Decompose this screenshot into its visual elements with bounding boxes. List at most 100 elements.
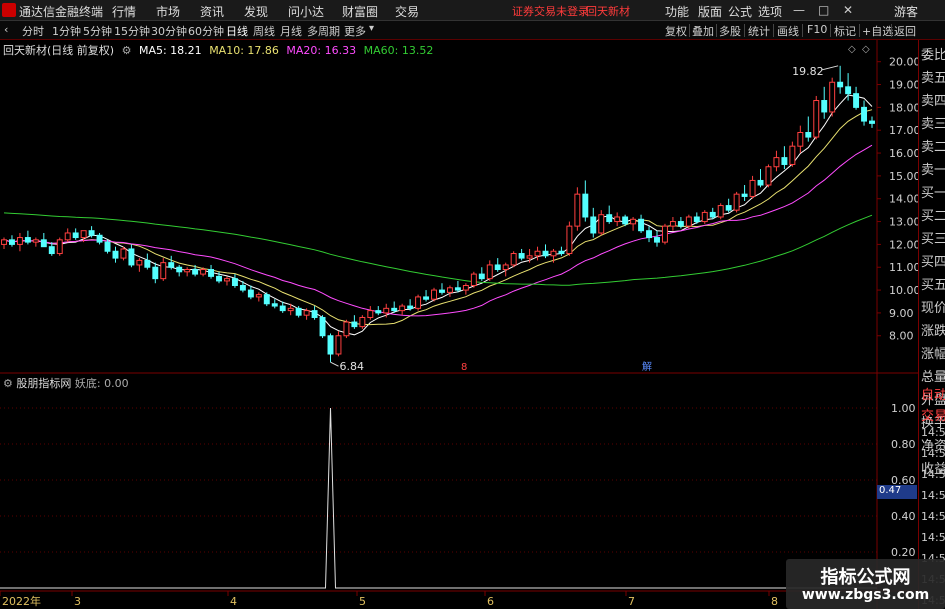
tool-draw[interactable]: 画线 bbox=[777, 23, 799, 39]
candle-body bbox=[279, 305, 286, 312]
candle-body bbox=[542, 250, 549, 257]
menu-function[interactable]: 功能 bbox=[665, 3, 689, 20]
chevron-down-icon[interactable]: ▾ bbox=[369, 23, 374, 34]
candle-body bbox=[56, 239, 63, 255]
tool-add-favorite[interactable]: +自选 bbox=[862, 23, 893, 39]
quote-label: 买二 bbox=[921, 209, 945, 224]
tool-back[interactable]: 返回 bbox=[894, 23, 916, 39]
period-timeshare[interactable]: 分时 bbox=[22, 23, 44, 39]
period-daily[interactable]: 日线 bbox=[226, 23, 248, 39]
period-1min[interactable]: 1分钟 bbox=[52, 23, 81, 39]
period-more[interactable]: 更多 bbox=[344, 23, 366, 39]
tool-mark[interactable]: 标记 bbox=[834, 23, 856, 39]
indicator-name[interactable]: 股朋指标网 bbox=[16, 377, 71, 390]
quote-label: 卖五 bbox=[921, 71, 945, 86]
menu-discover[interactable]: 发现 bbox=[244, 3, 268, 20]
menu-news[interactable]: 资讯 bbox=[200, 3, 224, 20]
candle-body bbox=[200, 269, 207, 275]
collapse-icon[interactable]: ‹ bbox=[4, 23, 8, 36]
menu-market[interactable]: 市场 bbox=[156, 3, 180, 20]
maximize-icon[interactable]: □ bbox=[818, 3, 829, 17]
candle-body bbox=[255, 294, 262, 298]
price-tick-label: 13.00 bbox=[889, 216, 918, 229]
price-tick-label: 18.00 bbox=[889, 101, 918, 114]
candle-body bbox=[375, 310, 382, 314]
candle-body bbox=[303, 310, 310, 316]
tool-adjust[interactable]: 复权 bbox=[665, 23, 687, 39]
tool-separator bbox=[891, 24, 892, 37]
period-15min[interactable]: 15分钟 bbox=[114, 23, 150, 39]
candle-body bbox=[216, 275, 222, 282]
app-title: 通达信金融终端 bbox=[19, 5, 104, 19]
close-icon[interactable]: ✕ bbox=[843, 3, 853, 17]
candle-body bbox=[741, 193, 748, 197]
period-5min[interactable]: 5分钟 bbox=[83, 23, 112, 39]
menu-hq[interactable]: 行情 bbox=[112, 3, 136, 20]
login-notice[interactable]: 证券交易未登录 bbox=[512, 3, 589, 19]
guest-user[interactable]: 游客 bbox=[894, 3, 918, 20]
candle-body bbox=[446, 287, 453, 293]
quote-label: 买三 bbox=[921, 232, 945, 247]
candle-body bbox=[614, 216, 621, 223]
candle-body bbox=[327, 335, 334, 355]
tool-separator bbox=[773, 24, 774, 37]
ind-tick-label: 0.40 bbox=[891, 510, 916, 523]
auto-trade-label[interactable]: 交易 bbox=[921, 405, 945, 424]
time-tick-label: 3 bbox=[74, 595, 81, 608]
candle-body bbox=[247, 289, 254, 298]
candle-body bbox=[510, 253, 517, 266]
chart-annotations: 19.82 6.84 8 解 ◇ ◇ bbox=[330, 44, 870, 373]
event-mark: 8 bbox=[461, 362, 467, 373]
candle-body bbox=[128, 248, 135, 266]
candle-body bbox=[399, 305, 406, 312]
price-tick-label: 20.00 bbox=[889, 56, 918, 69]
settings-icon[interactable]: ⚙ bbox=[122, 44, 132, 57]
tick-time: 14:56 bbox=[921, 468, 945, 481]
period-60min[interactable]: 60分钟 bbox=[188, 23, 224, 39]
diamond-icon: ◇ bbox=[848, 44, 856, 55]
candle-body bbox=[765, 166, 772, 186]
candle-body bbox=[383, 307, 390, 314]
period-monthly[interactable]: 月线 bbox=[280, 23, 302, 39]
quote-label: 卖四 bbox=[921, 94, 945, 109]
price-tick-label: 19.00 bbox=[889, 79, 918, 92]
indicator-header: ⚙ 股朋指标网 妖底: 0.00 bbox=[3, 375, 129, 391]
tool-overlay[interactable]: 叠加 bbox=[692, 23, 714, 39]
ma60-value: MA60: 13.52 bbox=[363, 44, 434, 57]
candle-body bbox=[837, 81, 844, 88]
indicator-value: 妖底: 0.00 bbox=[74, 377, 129, 390]
tool-f10[interactable]: F10 bbox=[807, 23, 827, 36]
tool-separator bbox=[859, 24, 860, 37]
candle-body bbox=[821, 100, 828, 113]
candle-body bbox=[813, 100, 820, 138]
menu-formula[interactable]: 公式 bbox=[728, 3, 752, 20]
candle-body bbox=[454, 287, 461, 291]
menu-options[interactable]: 选项 bbox=[758, 3, 782, 20]
menu-wenxiaoda[interactable]: 问小达 bbox=[288, 3, 324, 20]
kline-chart[interactable]: 20.00 19.00 18.00 17.00 16.00 15.00 14.00 13.00… bbox=[0, 40, 918, 609]
auto-trade-label[interactable]: 自动 bbox=[921, 384, 945, 403]
candle-body bbox=[478, 273, 485, 280]
low-pointer bbox=[330, 361, 339, 367]
candle-body bbox=[287, 307, 294, 312]
settings-icon[interactable]: ⚙ bbox=[3, 377, 13, 390]
price-tick-label: 14.00 bbox=[889, 193, 918, 206]
period-weekly[interactable]: 周线 bbox=[253, 23, 275, 39]
ind-tick-label: 0.20 bbox=[891, 546, 916, 559]
candle-body bbox=[311, 310, 318, 318]
candle-body bbox=[160, 262, 167, 280]
candle-body bbox=[462, 285, 469, 291]
tool-multi-stock[interactable]: 多股 bbox=[719, 23, 741, 39]
menu-layout[interactable]: 版面 bbox=[698, 3, 722, 20]
period-multi[interactable]: 多周期 bbox=[307, 23, 340, 39]
tool-stats[interactable]: 统计 bbox=[748, 23, 770, 39]
candle-body bbox=[590, 216, 597, 234]
period-30min[interactable]: 30分钟 bbox=[151, 23, 187, 39]
minimize-icon[interactable]: — bbox=[793, 3, 805, 17]
candle-body bbox=[534, 250, 541, 257]
menu-trade[interactable]: 交易 bbox=[395, 3, 419, 20]
candle-body bbox=[630, 218, 637, 225]
candle-body bbox=[224, 278, 230, 282]
menu-wealth-circle[interactable]: 财富圈 bbox=[342, 3, 378, 20]
candle-body bbox=[8, 239, 15, 245]
